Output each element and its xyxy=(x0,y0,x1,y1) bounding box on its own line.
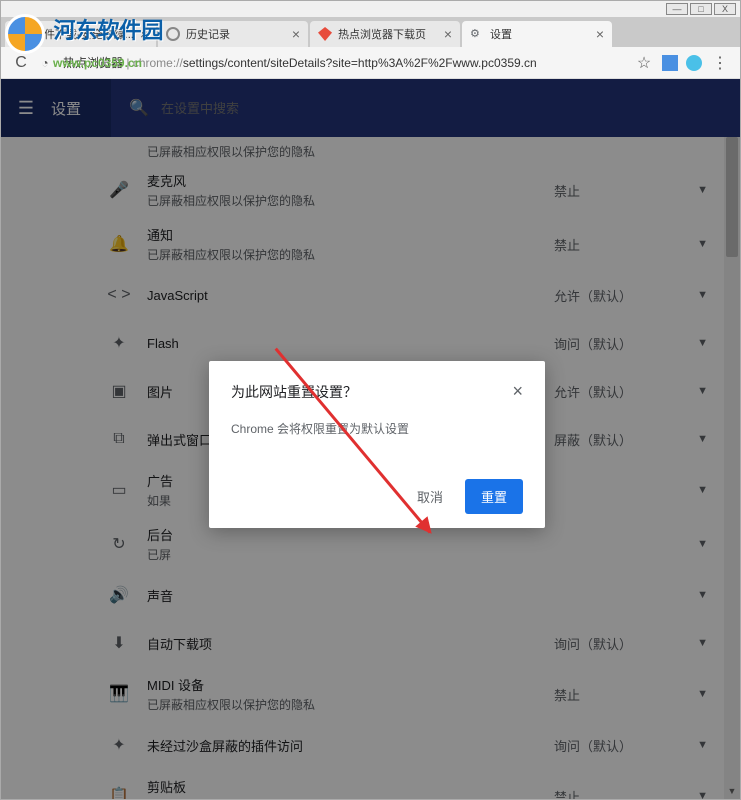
tab-close-icon[interactable]: × xyxy=(438,26,452,42)
tab-title: 设置 xyxy=(490,26,512,42)
extension-icon[interactable] xyxy=(662,55,678,71)
tab-title: 热点浏览器下载页 xyxy=(338,26,426,42)
extension-icon[interactable] xyxy=(686,55,702,71)
url-input[interactable]: 热点浏览器 | chrome:// settings/content/siteD… xyxy=(57,51,632,75)
window-titlebar: — □ X xyxy=(1,1,740,17)
history-icon xyxy=(166,27,180,41)
reload-button[interactable]: C xyxy=(9,51,33,75)
menu-icon[interactable]: ⋮ xyxy=(708,51,732,75)
tab-close-icon[interactable]: × xyxy=(134,26,148,42)
window-maximize-button[interactable]: □ xyxy=(690,3,712,15)
tab-0[interactable]: 软件下载-安全的绿... × xyxy=(5,21,156,47)
reset-dialog: 为此网站重置设置？ × Chrome 会将权限重置为默认设置 取消 重置 xyxy=(209,361,545,528)
globe-icon xyxy=(13,27,27,41)
dialog-body: Chrome 会将权限重置为默认设置 xyxy=(231,420,523,437)
modal-overlay xyxy=(1,79,740,137)
tab-title: 软件下载-安全的绿... xyxy=(33,26,134,42)
tab-2[interactable]: 热点浏览器下载页 × xyxy=(310,21,460,47)
window-minimize-button[interactable]: — xyxy=(666,3,688,15)
tab-1[interactable]: 历史记录 × xyxy=(158,21,308,47)
bookmark-icon[interactable]: ☆ xyxy=(632,51,656,75)
site-info-icon[interactable]: ◔ xyxy=(33,51,57,75)
address-bar: C ◔ 热点浏览器 | chrome:// settings/content/s… xyxy=(1,47,740,79)
tab-close-icon[interactable]: × xyxy=(286,26,300,42)
window-close-button[interactable]: X xyxy=(714,3,736,15)
dialog-title: 为此网站重置设置？ xyxy=(231,382,357,402)
gear-icon: ⚙ xyxy=(470,27,484,41)
tab-3-active[interactable]: ⚙ 设置 × xyxy=(462,21,612,47)
dialog-close-icon[interactable]: × xyxy=(512,381,523,402)
location-icon xyxy=(318,27,332,41)
tab-strip: 软件下载-安全的绿... × 历史记录 × 热点浏览器下载页 × ⚙ 设置 × xyxy=(1,17,740,47)
confirm-button[interactable]: 重置 xyxy=(465,479,523,514)
tab-close-icon[interactable]: × xyxy=(590,26,604,42)
extension-icons xyxy=(656,55,708,71)
tab-title: 历史记录 xyxy=(186,26,230,42)
